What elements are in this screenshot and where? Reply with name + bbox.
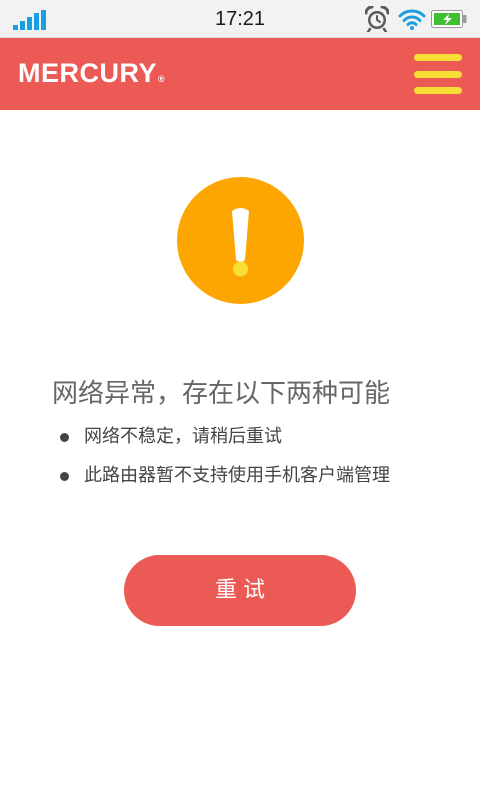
registered-mark: ® — [158, 74, 166, 84]
exclamation-icon — [232, 208, 249, 277]
reason-text: 此路由器暂不支持使用手机客户端管理 — [84, 465, 390, 486]
brand-name: MERCURY — [18, 58, 158, 88]
retry-button[interactable]: 重试 — [124, 555, 356, 626]
menu-bar-bottom — [414, 87, 462, 94]
error-title: 网络异常，存在以下两种可能 — [52, 379, 391, 409]
bullet-dot — [60, 433, 69, 442]
brand-logo: MERCURY® — [18, 56, 165, 90]
reason-text: 网络不稳定，请稍后重试 — [84, 426, 282, 447]
battery-charging-icon — [431, 10, 467, 28]
app-header: MERCURY® — [0, 38, 480, 110]
warning-circle — [177, 177, 304, 304]
bullet-dot — [60, 472, 69, 481]
status-bar: 17:21 — [0, 0, 480, 38]
menu-bar-middle — [414, 71, 462, 78]
reason-list: 网络不稳定，请稍后重试 此路由器暂不支持使用手机客户端管理 — [58, 420, 390, 498]
hamburger-menu-icon[interactable] — [414, 54, 462, 94]
list-item: 此路由器暂不支持使用手机客户端管理 — [58, 459, 390, 493]
menu-bar-top — [414, 54, 462, 61]
alarm-clock-icon — [365, 6, 389, 32]
list-item: 网络不稳定，请稍后重试 — [58, 420, 390, 454]
app-screen: 17:21 MERCURY® 网络异常，存在以下两种可能 网络不稳定，请稍后重试… — [0, 0, 480, 800]
wifi-icon — [398, 9, 426, 30]
